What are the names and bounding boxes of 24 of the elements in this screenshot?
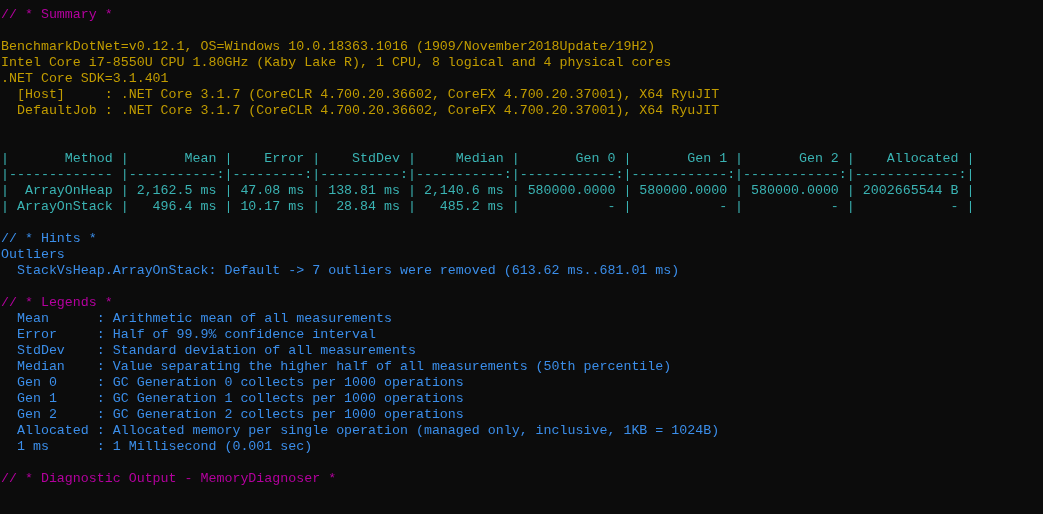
output-line: // * Hints * [1,231,97,247]
section-heading: // * Legends * [1,295,113,311]
section-heading: // * Diagnostic Output - MemoryDiagnoser * [1,471,337,487]
table-row: |------------- |-----------:|---------:|----------:|-----------:|------------:|------------:|------------:|-------------:| [1,167,975,183]
output-line: Mean : Arithmetic mean of all measurements [15,311,392,327]
output-line: Gen 0 : GC Generation 0 collects per 1000 operations [15,375,464,391]
environment-line: BenchmarkDotNet=v0.12.1, OS=Windows 10.0.18363.1016 (1909/November2018Update/19H2) [1,39,656,55]
output-line: Gen 1 : GC Generation 1 collects per 1000 operations [15,391,464,407]
environment-line: [Host] : .NET Core 3.1.7 (CoreCLR 4.700.20.36602, CoreFX 4.700.20.37001), X64 RyuJIT [15,87,720,103]
section-heading: // * Summary * [1,7,113,23]
environment-line: .NET Core SDK=3.1.401 [1,71,169,87]
table-row: | ArrayOnHeap | 2,162.5 ms | 47.08 ms | 138.81 ms | 2,140.6 ms | 580000.0000 | 580000.0000 | 580000.0000 | 2002665544 B | [1,183,975,199]
output-line: Allocated : Allocated memory per single operation (managed only, inclusive, 1KB = 1024B) [15,423,720,439]
table-row: | ArrayOnStack | 496.4 ms | 10.17 ms | 28.84 ms | 485.2 ms | - | - | - | - | [1,199,975,215]
output-line: Gen 2 : GC Generation 2 collects per 1000 operations [15,407,464,423]
table-row: | Method | Mean | Error | StdDev | Median | Gen 0 | Gen 1 | Gen 2 | Allocated | [1,151,975,167]
output-line: StackVsHeap.ArrayOnStack: Default -> 7 outliers were removed (613.62 ms..681.01 ms) [15,263,680,279]
output-line: StdDev : Standard deviation of all measurements [15,343,416,359]
output-line: 1 ms : 1 Millisecond (0.001 sec) [15,439,313,455]
output-line: Outliers [1,247,65,263]
environment-line: Intel Core i7-8550U CPU 1.80GHz (Kaby Lake R), 1 CPU, 8 logical and 4 physical cores [1,55,672,71]
environment-line: DefaultJob : .NET Core 3.1.7 (CoreCLR 4.700.20.36602, CoreFX 4.700.20.37001), X64 RyuJIT [15,103,720,119]
output-line: Median : Value separating the higher half of all measurements (50th percentile) [15,359,672,375]
output-line: Error : Half of 99.9% confidence interval [15,327,377,343]
